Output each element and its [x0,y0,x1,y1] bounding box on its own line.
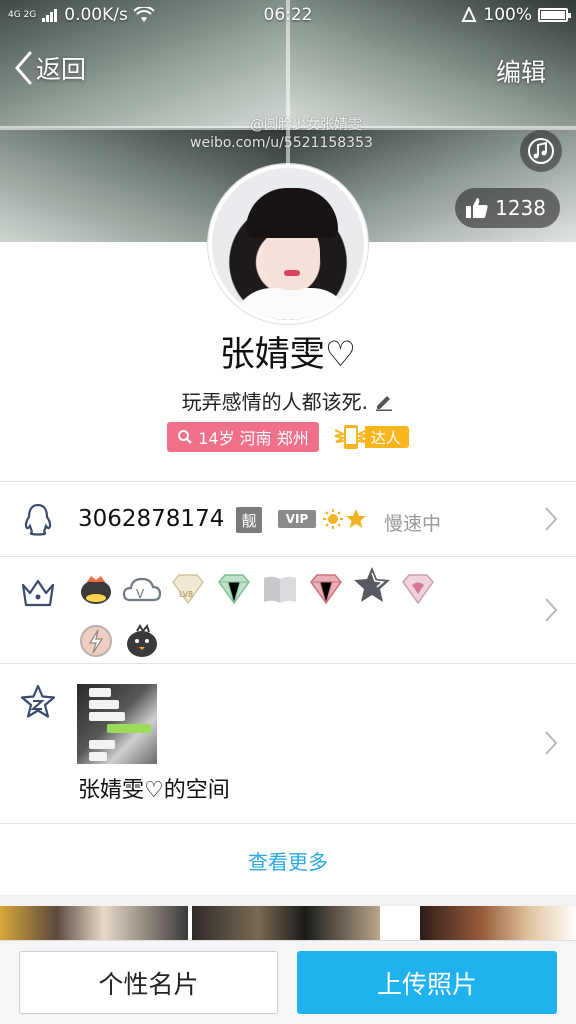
bird-badge-icon [122,621,162,661]
bottom-action-bar: 个性名片 上传照片 [0,940,576,1024]
edit-pencil-icon[interactable] [374,391,394,411]
like-count: 1238 [495,196,546,220]
signature[interactable]: 玩弄感情的人都该死. [0,386,576,415]
qzone-title: 张婧雯♡的空间 [78,778,230,803]
chevron-right-icon [545,598,558,622]
sun-icon [323,509,343,529]
profile-tags: 14岁 河南 郑州 达人 [0,422,576,452]
more-row: 查看更多 [0,823,576,895]
location-tag[interactable]: 14岁 河南 郑州 [167,422,319,452]
back-chevron-icon [15,51,32,85]
music-icon [528,138,554,164]
green-diamond-badge-icon [214,569,254,609]
book-badge-icon [260,569,300,609]
svg-text:V: V [136,587,145,601]
watermark-url: weibo.com/u/5521158353 [190,135,373,151]
photo-watermark: @圆脸少女张婧雯 weibo.com/u/5521158353 [190,116,373,152]
speed-status: 慢速中 [384,513,442,535]
qq-number: 3062878174 [78,506,225,532]
lightning-badge-icon [76,621,116,661]
chevron-right-icon [545,507,558,531]
diamond-lv-badge-icon: LV8 [168,569,208,609]
star-badge-icon [352,565,392,605]
edit-button[interactable]: 编辑 [496,53,546,89]
svg-text:LV8: LV8 [179,590,193,599]
thumbs-up-icon [466,198,488,218]
avatar[interactable] [208,164,368,324]
crown-icon [21,579,55,607]
back-button[interactable]: 返回 [14,50,86,86]
battery-icon [538,8,571,22]
qzone-thumbnail[interactable] [77,684,157,764]
nickname: 张婧雯♡ [219,335,357,375]
cloud-vip-badge-icon: V [122,569,162,609]
chevron-right-icon [545,731,558,755]
level-icons [322,508,367,530]
location-text: 14岁 河南 郑州 [198,429,309,448]
search-icon [178,430,192,444]
back-label: 返回 [36,55,87,84]
watermark-handle: @圆脸少女张婧雯 [250,117,362,133]
star-icon [20,684,56,718]
qzone-row[interactable]: 张婧雯♡的空间 [0,663,576,823]
badges-row[interactable]: V LV8 [0,556,576,663]
like-button[interactable]: 1238 [455,188,560,228]
liang-badge: 靓 [236,507,262,533]
qq-bird-badge-icon [76,569,116,609]
daren-label: 达人 [364,426,409,448]
pink-diamond-badge-icon [398,569,438,609]
qq-penguin-icon [24,503,52,536]
star-level-icon [346,509,366,528]
signature-text: 玩弄感情的人都该死. [181,390,368,414]
qq-info-row[interactable]: 3062878174 靓 VIP 慢速中 [0,481,576,556]
red-diamond-badge-icon [306,569,346,609]
vip-badge: VIP [278,510,316,528]
status-bar: 4G 2G 0.00K/s 06:22 100% [0,0,576,30]
profile-card-button[interactable]: 个性名片 [19,951,278,1014]
see-more-link[interactable]: 查看更多 [0,846,576,875]
music-button[interactable] [520,130,562,172]
upload-photo-button[interactable]: 上传照片 [297,951,557,1014]
clock: 06:22 [263,5,313,25]
daren-badge[interactable]: 达人 [331,422,409,452]
